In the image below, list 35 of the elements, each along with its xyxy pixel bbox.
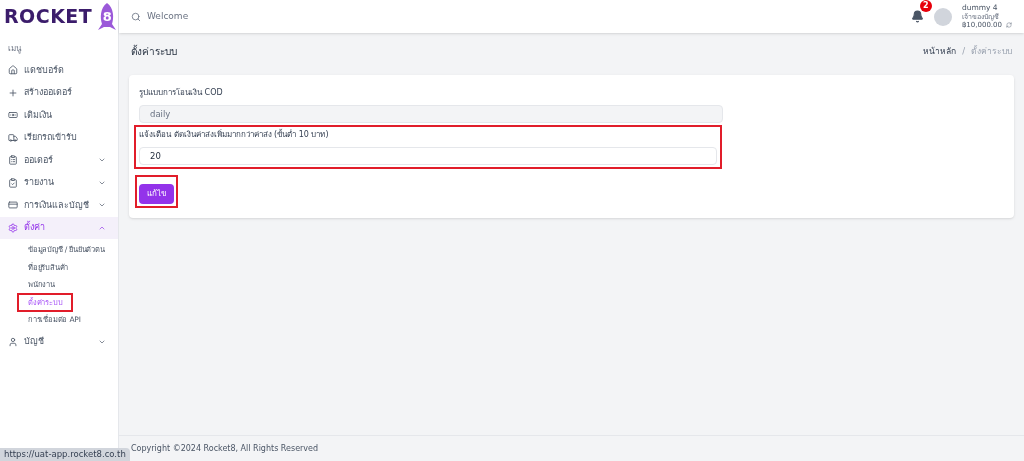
truck-icon — [8, 132, 18, 143]
clipboard-icon — [8, 177, 18, 188]
breadcrumb-separator: / — [962, 44, 965, 58]
search-field[interactable]: Welcome — [131, 9, 189, 24]
home-icon — [8, 65, 18, 76]
breadcrumb-link[interactable]: หน้าหลัก — [923, 44, 957, 58]
copyright-text: Copyright ©2024 Rocket8, All Rights Reserved — [131, 442, 319, 455]
bell-icon[interactable] — [910, 10, 924, 23]
sidebar-item[interactable]: ตั้งค่า — [0, 216, 118, 239]
sidebar-item[interactable]: เติมเงิน — [0, 104, 118, 127]
settings-icon — [8, 222, 18, 233]
menu-heading: เมนู — [7, 43, 23, 55]
search-icon — [131, 11, 141, 22]
plus-icon — [8, 87, 18, 98]
user-avatar[interactable] — [933, 7, 952, 26]
sidebar-item[interactable]: บัญชี — [0, 330, 118, 353]
user-icon — [8, 336, 18, 347]
sidebar-item[interactable]: รายงาน — [0, 171, 118, 194]
status-bar: https://uat-app.rocket8.co.th — [0, 448, 130, 461]
sidebar-item[interactable]: การเงินและบัญชี — [0, 194, 118, 217]
edit-button[interactable]: แก้ไข — [139, 184, 174, 204]
sidebar-item[interactable]: เรียกรถเข้ารับ — [0, 126, 118, 149]
field-label: รูปแบบการโอนเงิน COD — [139, 87, 224, 99]
notification-badge: 2 — [919, 0, 932, 12]
refresh-icon[interactable] — [1006, 21, 1012, 28]
page-title: ตั้งค่าระบบ — [131, 43, 177, 59]
input-field[interactable]: 20 — [139, 147, 717, 165]
field-label: แจ้งเตือน ตัดเงินค่าส่งเพิ่มมากกว่าค่าส่ง (ขั้นต่ำ 10 บาท) — [139, 129, 330, 141]
sidebar-item[interactable]: สร้างออเดอร์ — [0, 81, 118, 104]
banknote-icon — [8, 110, 18, 121]
sidebar-item[interactable]: ออเดอร์ — [0, 149, 118, 172]
card-icon — [8, 200, 18, 211]
clipboard-icon — [8, 155, 18, 166]
brand-name: ROCKET — [4, 4, 93, 30]
sidebar-item[interactable]: แดชบอร์ด — [0, 59, 118, 82]
